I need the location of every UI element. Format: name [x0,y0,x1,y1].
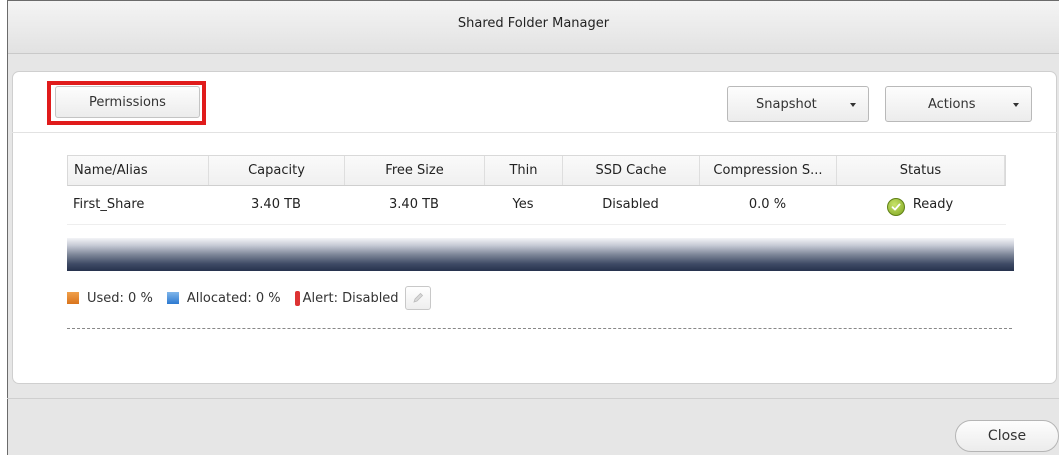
usage-legend: Used: 0 % Allocated: 0 % Alert: Disabled [67,286,431,310]
chevron-down-icon [1013,103,1019,107]
actions-label: Actions [928,96,976,112]
cell-ssd-cache: Disabled [602,197,659,212]
shared-folder-table: Name/Alias Capacity Free Size Thin SSD C… [67,155,1006,225]
toolbar-divider [12,132,1057,133]
used-swatch-icon [67,292,79,304]
highlight-box [47,81,206,125]
cell-thin: Yes [512,197,534,212]
column-header-ssd-cache[interactable]: SSD Cache [563,156,700,185]
column-header-capacity[interactable]: Capacity [209,156,345,185]
cell-free-size: 3.40 TB [389,197,439,212]
cell-compression: 0.0 % [748,197,787,212]
dashed-divider [67,328,1012,329]
status-text: Ready [912,197,954,212]
alert-swatch-icon [294,290,300,306]
cell-status: Ready [836,186,1004,224]
legend-allocated: Allocated: 0 % [166,290,281,306]
column-header-compression[interactable]: Compression S... [700,156,837,185]
close-button[interactable]: Close [955,420,1059,452]
chevron-down-icon [850,103,856,107]
column-header-thin[interactable]: Thin [485,156,563,185]
used-label: Used: 0 % [87,290,153,306]
check-circle-icon [886,197,905,216]
actions-dropdown-button[interactable]: Actions [885,86,1032,122]
column-header-status[interactable]: Status [837,156,1005,185]
snapshot-label: Snapshot [756,96,817,112]
table-row[interactable]: First_Share 3.40 TB 3.40 TB Yes Disabled… [67,186,1006,225]
usage-bar [67,238,1014,271]
cell-name: First_Share [73,197,145,212]
cell-capacity: 3.40 TB [251,197,301,212]
footer-divider [7,398,1059,399]
snapshot-dropdown-button[interactable]: Snapshot [727,86,869,122]
table-header: Name/Alias Capacity Free Size Thin SSD C… [67,155,1006,186]
allocated-label: Allocated: 0 % [186,290,281,306]
window-title: Shared Folder Manager [8,1,1059,54]
allocated-swatch-icon [166,292,179,304]
legend-alert: Alert: Disabled [294,290,399,306]
pencil-icon [412,292,423,303]
edit-alert-button[interactable] [404,286,431,310]
legend-used: Used: 0 % [67,291,153,306]
alert-label: Alert: Disabled [302,290,399,306]
column-header-name[interactable]: Name/Alias [68,156,209,185]
column-header-free-size[interactable]: Free Size [345,156,485,185]
